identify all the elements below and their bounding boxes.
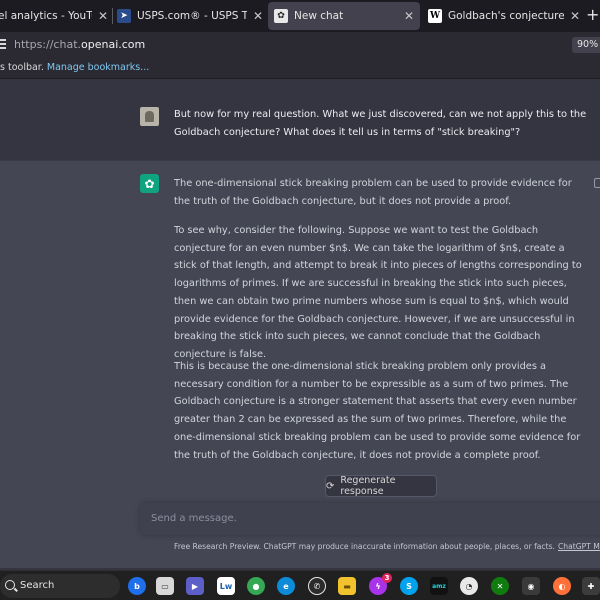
- copy-icon[interactable]: [594, 178, 600, 188]
- taskbar-search[interactable]: Search: [0, 574, 120, 598]
- notification-badge: 3: [382, 573, 392, 583]
- amazon-music-icon[interactable]: amz: [430, 577, 448, 595]
- messenger-icon[interactable]: ϟ3: [369, 573, 392, 595]
- search-label: Search: [20, 580, 55, 591]
- obs-icon[interactable]: ◉: [522, 577, 540, 595]
- search-icon: [5, 580, 15, 590]
- file-explorer-icon[interactable]: ▬: [338, 577, 356, 595]
- usps-eagle-icon: ➤: [117, 9, 131, 23]
- assistant-paragraph: This is because the one-dimensional stic…: [174, 361, 581, 461]
- wikipedia-icon: W: [428, 9, 442, 23]
- bing-icon[interactable]: b: [128, 577, 146, 595]
- url-prefix: https://chat.: [14, 38, 81, 51]
- zoom-level-button[interactable]: 90%: [572, 37, 600, 53]
- watch-app-icon[interactable]: ◔: [460, 577, 478, 595]
- lw-icon[interactable]: Lw: [217, 577, 235, 595]
- whatsapp-icon[interactable]: ✆: [308, 577, 326, 595]
- url-domain: openai.com: [81, 38, 146, 51]
- tab-bar: el analytics - YouTube Stu ✕ ➤ USPS.com®…: [0, 0, 600, 32]
- tab-title: USPS.com® - USPS Tracking® R: [137, 10, 247, 22]
- version-link[interactable]: ChatGPT May 3 Version: [558, 542, 600, 551]
- firefox-icon[interactable]: ◐: [553, 577, 571, 595]
- user-message-text: But now for my real question. What we ju…: [174, 109, 587, 138]
- navigation-bar: https://chat.openai.com 90%: [0, 32, 600, 59]
- disclaimer-body: Free Research Preview. ChatGPT may produ…: [174, 542, 555, 551]
- chrome-icon[interactable]: ●: [247, 577, 265, 595]
- page-info-icon[interactable]: [0, 39, 8, 51]
- meet-icon[interactable]: ▶: [186, 577, 204, 595]
- address-bar[interactable]: https://chat.openai.com: [14, 38, 145, 51]
- refresh-icon: ⟳: [326, 480, 335, 492]
- openai-icon: ✿: [274, 9, 288, 23]
- regenerate-response-button[interactable]: ⟳ Regenerate response: [325, 475, 437, 497]
- assistant-paragraph: The one-dimensional stick breaking probl…: [174, 178, 572, 207]
- xbox-icon[interactable]: ✕: [491, 577, 509, 595]
- windows-taskbar: Search b ▭ ▶ Lw ● e ✆ ▬ ϟ3 S amz ◔ ✕ ◉ ◐…: [0, 570, 600, 600]
- bookmarks-bar: s toolbar. Manage bookmarks...: [0, 59, 600, 79]
- file-viewer-icon[interactable]: ▭: [156, 577, 174, 595]
- close-icon[interactable]: ✕: [402, 9, 416, 23]
- tab-title: New chat: [294, 10, 344, 22]
- tab-usps-tracking[interactable]: ➤ USPS.com® - USPS Tracking® R ✕: [117, 2, 265, 30]
- close-icon[interactable]: ✕: [251, 9, 265, 23]
- disclaimer-text: Free Research Preview. ChatGPT may produ…: [174, 542, 600, 551]
- skype-icon[interactable]: S: [400, 577, 418, 595]
- tab-separator: [112, 8, 113, 24]
- edge-icon[interactable]: e: [277, 577, 295, 595]
- close-icon[interactable]: ✕: [96, 9, 110, 23]
- screen: el analytics - YouTube Stu ✕ ➤ USPS.com®…: [0, 0, 600, 600]
- tab-goldbach-wikipedia[interactable]: W Goldbach's conjecture - Wikipe ✕: [428, 2, 582, 30]
- tab-title: el analytics - YouTube Stu: [0, 10, 92, 22]
- tab-youtube-analytics[interactable]: el analytics - YouTube Stu ✕: [0, 2, 110, 30]
- tab-new-chat[interactable]: ✿ New chat ✕: [268, 2, 420, 30]
- manage-bookmarks-link[interactable]: Manage bookmarks...: [47, 62, 149, 73]
- message-input[interactable]: Send a message.: [140, 503, 600, 535]
- openai-icon: ✿: [140, 174, 159, 193]
- close-icon[interactable]: ✕: [568, 9, 582, 23]
- slack-icon[interactable]: ✚: [582, 577, 600, 595]
- chat-area: ✿ But now for my real question. What we …: [0, 80, 600, 570]
- assistant-paragraph: To see why, consider the following. Supp…: [174, 225, 582, 360]
- tab-title: Goldbach's conjecture - Wikipe: [448, 10, 564, 22]
- regenerate-label: Regenerate response: [340, 475, 396, 497]
- new-tab-button[interactable]: +: [586, 6, 599, 24]
- user-avatar: [140, 107, 159, 126]
- bookmarks-hint: s toolbar.: [0, 62, 44, 73]
